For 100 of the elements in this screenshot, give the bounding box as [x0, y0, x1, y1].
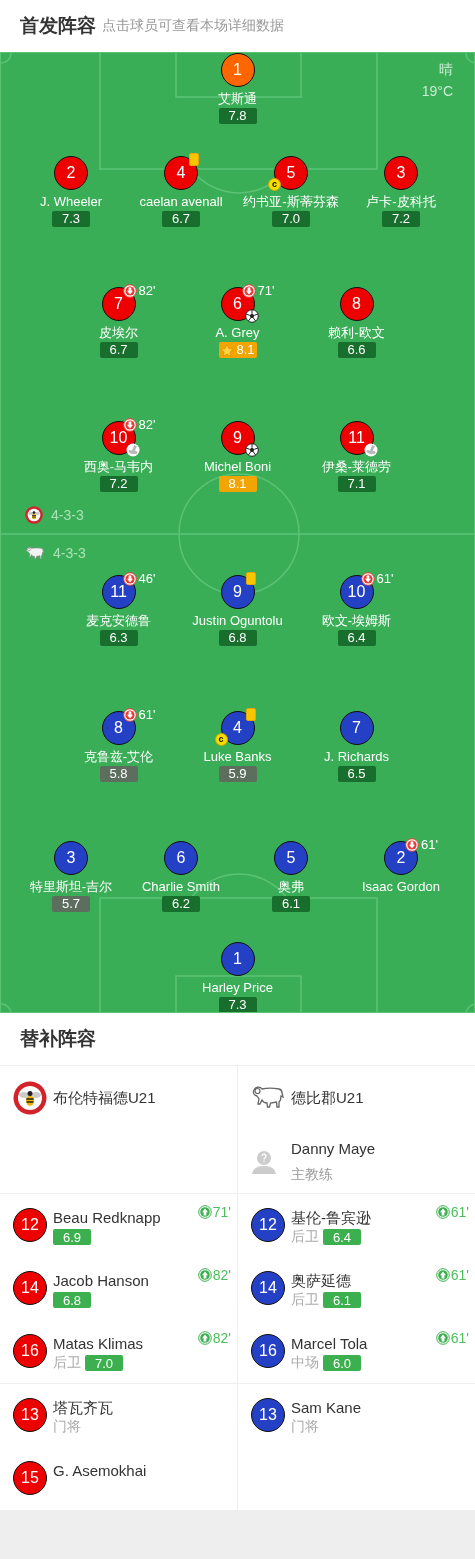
substitution-minute: 61' — [421, 837, 438, 852]
player-name: 奥弗 — [278, 879, 304, 895]
player-number[interactable]: 10 — [339, 575, 374, 609]
player-rating: 6.4 — [337, 630, 376, 646]
player-number[interactable]: 13 — [251, 1398, 285, 1432]
player-rating: 6.1 — [323, 1292, 361, 1308]
player-number[interactable]: 3 — [54, 841, 88, 875]
person-placeholder-icon — [251, 1148, 277, 1175]
player-number[interactable]: 9 — [220, 575, 255, 609]
player-name: 卢卡-皮科托 — [366, 194, 436, 210]
player-rating: 5.8 — [99, 766, 138, 782]
player-rating: 6.3 — [99, 630, 138, 646]
substitution-out-icon — [405, 837, 419, 852]
player-rating: 7.2 — [99, 476, 138, 492]
captain-badge: c — [268, 178, 281, 191]
formation-label: 4-3-3 — [53, 545, 86, 561]
substitution-out-icon — [122, 417, 137, 432]
player-rating: 6.5 — [337, 766, 376, 782]
player-number[interactable]: 14 — [251, 1271, 285, 1305]
player-number[interactable]: 11 — [339, 421, 374, 455]
player-number[interactable]: 1 — [220, 942, 255, 976]
player-name: Marcel Tola — [291, 1334, 368, 1354]
booking-card-icon — [245, 572, 256, 585]
substitution-minute: 61' — [450, 1330, 469, 1346]
player-number[interactable]: 7 — [339, 711, 374, 745]
bee-crest-icon — [13, 1081, 47, 1115]
substitution-minute: 61' — [376, 571, 394, 586]
substitution-minute: 82' — [212, 1267, 231, 1283]
player-number[interactable]: 13 — [13, 1398, 47, 1432]
booking-card-icon — [245, 708, 256, 721]
player-name: Sam Kane — [291, 1398, 362, 1418]
ram-icon — [25, 545, 45, 561]
player-rating: 6.7 — [162, 211, 200, 227]
player-name: Isaac Gordon — [361, 879, 440, 895]
player-number[interactable]: 7 — [101, 287, 136, 321]
bee-crest-icon — [25, 506, 43, 524]
player-rating: 8.1 — [218, 476, 257, 492]
player-number[interactable]: 2 — [54, 156, 88, 190]
coach-role: 主教练 — [291, 1165, 334, 1184]
player-number[interactable]: 9 — [220, 421, 255, 455]
player-name: Beau Redknapp — [53, 1208, 161, 1228]
player-position: 门将 — [53, 1418, 81, 1436]
player-number[interactable]: 3 — [384, 156, 418, 190]
formation-label: 4-3-3 — [51, 507, 84, 523]
player-rating: 7.0 — [272, 211, 310, 227]
player-number[interactable]: 6 — [164, 841, 198, 875]
player-rating: 6.1 — [272, 896, 310, 912]
player-name: 伊桑-莱德劳 — [321, 459, 392, 475]
boot-icon — [125, 443, 140, 457]
player-rating: 6.2 — [162, 896, 200, 912]
player-number[interactable]: 12 — [13, 1208, 47, 1242]
substitution-in-icon — [435, 1331, 450, 1345]
player-name: 赖利-欧文 — [328, 325, 385, 341]
player-number[interactable]: 8 — [101, 711, 136, 745]
player-name: 奥萨延德 — [291, 1271, 352, 1291]
weather-condition: 晴 — [439, 61, 453, 79]
substitution-out-icon — [241, 283, 256, 298]
player-name: Jacob Hanson — [53, 1271, 149, 1291]
player-rating: 7.2 — [382, 211, 420, 227]
player-name: 艾斯通 — [218, 91, 257, 107]
player-name: 特里斯坦-吉尔 — [29, 879, 113, 895]
booking-card-icon — [189, 153, 199, 166]
ram-icon — [251, 1085, 285, 1111]
player-position: 后卫 — [53, 1354, 81, 1372]
captain-badge: c — [214, 733, 228, 746]
player-name: A. Grey — [215, 325, 260, 341]
team-name: 德比郡U21 — [291, 1088, 364, 1108]
player-number[interactable]: 4 — [164, 156, 198, 190]
substitution-minute: 82' — [138, 417, 156, 432]
player-number[interactable]: 12 — [251, 1208, 285, 1242]
player-name: G. Asemokhai — [53, 1461, 147, 1481]
substitution-minute: 71' — [212, 1204, 231, 1220]
star-icon — [220, 343, 235, 357]
player-name: caelan avenall — [139, 194, 223, 210]
player-rating: 5.7 — [52, 896, 90, 912]
player-name: 麦克安德鲁 — [86, 613, 151, 629]
player-number[interactable]: 5 — [274, 841, 308, 875]
player-name: 西奥-马韦内 — [83, 459, 154, 475]
player-number[interactable]: 15 — [13, 1461, 47, 1495]
player-rating: 6.9 — [53, 1229, 91, 1245]
player-name: Michel Boni — [203, 459, 272, 475]
player-name: 克鲁兹-艾伦 — [83, 749, 154, 765]
player-name: J. Richards — [324, 749, 389, 765]
coach-name[interactable]: Danny Maye — [291, 1139, 376, 1159]
player-position: 后卫 — [291, 1228, 319, 1246]
player-rating: 7.0 — [85, 1355, 123, 1371]
player-number[interactable]: 8 — [339, 287, 374, 321]
substitution-minute: 82' — [212, 1330, 231, 1346]
substitution-minute: 82' — [138, 283, 156, 298]
player-rating: 6.8 — [218, 630, 257, 646]
temperature: 19°C — [421, 83, 453, 99]
player-rating: 7.3 — [52, 211, 90, 227]
player-rating: 6.7 — [99, 342, 138, 358]
player-number[interactable]: 14 — [13, 1271, 47, 1305]
player-number[interactable]: 11 — [101, 575, 136, 609]
player-number[interactable]: 16 — [251, 1334, 285, 1368]
player-name: 基伦-鲁宾逊 — [291, 1208, 371, 1228]
section-title: 首发阵容 — [20, 14, 96, 38]
player-number[interactable]: 16 — [13, 1334, 47, 1368]
substitution-minute: 61' — [450, 1204, 469, 1220]
